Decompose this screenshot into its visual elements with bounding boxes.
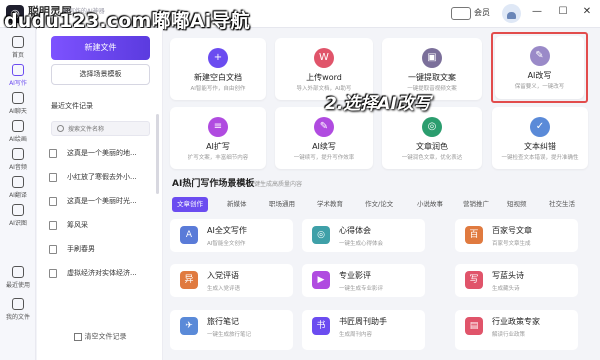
film-review-icon: ▶ (312, 271, 330, 289)
sidebar-item-ai-chat[interactable]: AI聊天 (0, 92, 36, 115)
annotation-text: 2.选择AI改写 (325, 94, 431, 114)
template-card[interactable]: 异入党评语 生成入党评语 (170, 264, 293, 297)
reflection-icon: ◎ (312, 226, 330, 244)
party-comment-icon: 异 (180, 271, 198, 289)
file-search[interactable] (51, 121, 150, 136)
template-card[interactable]: ▤ 行业政策专家 解读行业政策 (455, 310, 578, 350)
sidebar: 首页 AI写作 AI聊天 AI绘画 AI音频 AI翻译 AI识图 最近使用 我的… (0, 28, 36, 360)
sidebar-item-ai-audio[interactable]: AI音频 (0, 148, 36, 171)
list-item[interactable]: 虚拟经济对实体经济... (45, 266, 157, 280)
pen-icon (12, 64, 24, 76)
brush-icon (12, 120, 24, 132)
avatar[interactable] (502, 4, 521, 23)
list-item[interactable]: 手刷春男 (45, 242, 157, 256)
card-ai-expand[interactable]: ≡ AI扩写 扩写文案，丰富细节内容 (170, 107, 266, 169)
continue-write-icon: ✎ (314, 117, 334, 137)
template-card[interactable]: 百百家号文章 百家号文章生成 (455, 219, 578, 252)
tab-marketing[interactable]: 营销推广 (458, 197, 494, 212)
minimize-button[interactable]: — (530, 6, 544, 17)
sidebar-item-my-files[interactable]: 我的文件 (0, 298, 36, 321)
expand-icon: ≡ (208, 117, 228, 137)
tab-essay[interactable]: 作文/论文 (360, 197, 398, 212)
sidebar-item-ai-image-recognition[interactable]: AI识图 (0, 204, 36, 227)
maximize-button[interactable]: ☐ (556, 6, 570, 17)
file-panel: 新建文件 选择场景模板 最近文件记录 这真是一个美丽的地... 小红放了寒假去外… (37, 28, 163, 360)
card-new-blank-doc[interactable]: + 新建空白文档 AI智能写作，自由创作 (170, 38, 266, 100)
travel-icon: ✈ (180, 317, 198, 335)
sidebar-item-recent[interactable]: 最近使用 (0, 266, 36, 289)
template-card[interactable]: A AI全文写作 AI智能全文创作 (170, 219, 293, 252)
ai-write-icon: A (180, 226, 198, 244)
close-button[interactable]: ✕ (580, 6, 594, 17)
trash-icon (73, 332, 82, 341)
app-window: ◉ 聪明灵犀 AI写作的AI神器 会员 — ☐ ✕ dudu123.com嘟嘟A… (0, 0, 600, 360)
tab-article-creation[interactable]: 文章创作 (172, 197, 208, 212)
card-proofread[interactable]: ✓ 文本纠错 一键检查文本错误，提升准确性 (492, 107, 588, 169)
tab-new-media[interactable]: 新媒体 (222, 197, 252, 212)
template-card[interactable]: 写写蓝头诗 生成藏头诗 (455, 264, 578, 297)
list-item[interactable]: 这真是一个美丽时光... (45, 194, 157, 208)
scan-icon: ▣ (422, 48, 442, 68)
document-icon (49, 173, 57, 182)
book-icon: 书 (312, 317, 330, 335)
sidebar-item-ai-paint[interactable]: AI绘画 (0, 120, 36, 143)
word-icon: W (314, 48, 334, 68)
check-icon: ✓ (530, 117, 550, 137)
sidebar-item-ai-writing[interactable]: AI写作 (0, 64, 36, 87)
tab-social-life[interactable]: 社交生活 (544, 197, 580, 212)
document-icon (49, 245, 57, 254)
home-icon (12, 36, 24, 48)
scrollbar[interactable] (156, 114, 159, 194)
policy-icon: ▤ (465, 317, 483, 335)
tab-academic[interactable]: 学术教育 (312, 197, 348, 212)
image-scan-icon (12, 204, 24, 216)
document-icon (49, 197, 57, 206)
new-file-button[interactable]: 新建文件 (51, 36, 150, 60)
card-ai-continue[interactable]: ✎ AI续写 一键续写，提升写作效率 (275, 107, 373, 169)
list-item[interactable]: 筹风采 (45, 218, 157, 232)
list-item[interactable]: 这真是一个美丽的地... (45, 146, 157, 160)
clear-records-button[interactable]: 清空文件记录 (37, 326, 163, 350)
vip-label[interactable]: 会员 (474, 7, 490, 18)
list-item[interactable]: 小红放了寒假去外小... (45, 170, 157, 184)
polish-icon: ◎ (422, 117, 442, 137)
tab-workplace[interactable]: 职场通用 (264, 197, 300, 212)
tab-short-video[interactable]: 短视频 (502, 197, 532, 212)
vip-icon[interactable] (451, 7, 471, 20)
poem-icon: 写 (465, 271, 483, 289)
plus-icon: + (208, 48, 228, 68)
template-card[interactable]: ▶ 专业影评 一键生成专业影评 (302, 264, 425, 297)
document-icon (49, 149, 57, 158)
choose-template-button[interactable]: 选择场景模板 (51, 64, 150, 85)
card-polish[interactable]: ◎ 文章润色 一键润色文章，优化表达 (382, 107, 482, 169)
section-subtitle: 一键生成高质量内容 (248, 181, 303, 188)
folder-icon (12, 298, 24, 310)
template-card[interactable]: ✈ 旅行笔记 一键生成旅行笔记 (170, 310, 293, 350)
chat-icon (12, 92, 24, 104)
document-icon (49, 269, 57, 278)
recent-files-title: 最近文件记录 (51, 102, 93, 110)
clock-icon (12, 266, 24, 278)
translate-icon (12, 176, 24, 188)
template-card[interactable]: 书书匠周刊助手 生成周刊内容 (302, 310, 425, 350)
highlight-box (491, 32, 588, 103)
search-input[interactable] (68, 123, 148, 135)
audio-icon (12, 148, 24, 160)
sidebar-item-ai-translate[interactable]: AI翻译 (0, 176, 36, 199)
tab-novel[interactable]: 小说故事 (412, 197, 448, 212)
section-title: AI热门写作场景模板 (172, 179, 255, 189)
baijiahao-icon: 百 (465, 226, 483, 244)
search-icon (57, 125, 64, 132)
document-icon (49, 221, 57, 230)
template-card[interactable]: ◎ 心得体会 一键生成心得体会 (302, 219, 425, 252)
sidebar-item-home[interactable]: 首页 (0, 36, 36, 59)
